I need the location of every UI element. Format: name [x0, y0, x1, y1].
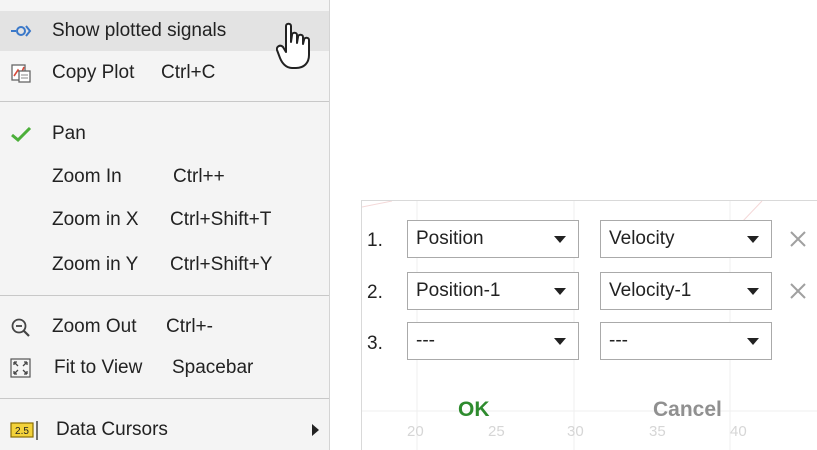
menu-item-fit-to-view[interactable]: Fit to View Spacebar [0, 348, 329, 388]
row-number: 3. [367, 333, 383, 354]
menu-item-zoom-in[interactable]: Zoom In Ctrl++ [0, 157, 329, 197]
copy-plot-icon [11, 64, 31, 83]
dropdown-value: --- [609, 330, 628, 351]
menu-item-zoom-in-y[interactable]: Zoom in Y Ctrl+Shift+Y [0, 245, 329, 285]
svg-text:20: 20 [407, 423, 424, 440]
hand-pointer-cursor-icon [276, 22, 310, 69]
first-signal-dropdown[interactable]: --- [407, 322, 579, 360]
cancel-button[interactable]: Cancel [653, 398, 722, 422]
menu-item-shortcut: Ctrl+- [166, 316, 213, 337]
menu-separator [0, 295, 329, 296]
dropdown-value: Position-1 [416, 280, 501, 301]
remove-pair-close-icon[interactable] [789, 282, 807, 300]
menu-item-shortcut: Ctrl++ [173, 166, 225, 187]
menu-item-label: Zoom In [52, 166, 122, 187]
chevron-down-icon [554, 236, 566, 243]
menu-item-shortcut: Spacebar [172, 357, 254, 378]
menu-item-label: Data Cursors [56, 419, 168, 440]
dropdown-value: Velocity-1 [609, 280, 692, 301]
menu-item-label: Zoom in Y [52, 254, 139, 275]
checkmark-icon [11, 126, 32, 143]
ok-button[interactable]: OK [458, 398, 490, 422]
menu-item-label: Fit to View [54, 357, 143, 378]
menu-item-zoom-out[interactable]: Zoom Out Ctrl+- [0, 307, 329, 347]
row-number: 1. [367, 230, 383, 251]
chevron-down-icon [747, 338, 759, 345]
second-signal-dropdown[interactable]: --- [600, 322, 772, 360]
chevron-down-icon [554, 288, 566, 295]
chevron-down-icon [747, 236, 759, 243]
row-number: 2. [367, 282, 383, 303]
menu-item-shortcut: Ctrl+Shift+Y [170, 254, 273, 275]
dropdown-value: Velocity [609, 228, 675, 249]
zoom-out-icon [11, 318, 30, 337]
menu-item-shortcut: Ctrl+Shift+T [170, 209, 272, 230]
svg-text:35: 35 [649, 423, 666, 440]
svg-text:40: 40 [730, 423, 747, 440]
svg-text:2.5: 2.5 [15, 426, 29, 437]
remove-pair-close-icon[interactable] [789, 230, 807, 248]
context-menu: Show plotted signals Copy Plot Ctrl+C Pa… [0, 0, 330, 450]
submenu-arrow-icon [312, 424, 319, 436]
menu-item-label: Pan [52, 123, 86, 144]
chevron-down-icon [747, 288, 759, 295]
menu-separator [0, 398, 329, 399]
menu-item-zoom-in-x[interactable]: Zoom in X Ctrl+Shift+T [0, 200, 329, 240]
menu-item-data-cursors[interactable]: 2.5 Data Cursors [0, 410, 329, 450]
menu-item-label: Zoom in X [52, 209, 139, 230]
menu-item-label: Copy Plot [52, 62, 135, 83]
svg-text:30: 30 [567, 423, 584, 440]
fit-to-view-icon [10, 358, 31, 378]
menu-item-label: Show plotted signals [52, 20, 227, 41]
menu-item-shortcut: Ctrl+C [161, 62, 216, 83]
show-signals-icon [11, 25, 32, 37]
second-signal-dropdown[interactable]: Velocity [600, 220, 772, 258]
menu-item-label: Zoom Out [52, 316, 137, 337]
first-signal-dropdown[interactable]: Position-1 [407, 272, 579, 310]
data-cursors-icon: 2.5 [10, 421, 38, 440]
menu-item-pan[interactable]: Pan [0, 114, 329, 154]
chevron-down-icon [554, 338, 566, 345]
dropdown-value: --- [416, 330, 435, 351]
dropdown-value: Position [416, 228, 484, 249]
second-signal-dropdown[interactable]: Velocity-1 [600, 272, 772, 310]
menu-separator [0, 101, 329, 102]
first-signal-dropdown[interactable]: Position [407, 220, 579, 258]
svg-text:25: 25 [488, 423, 505, 440]
